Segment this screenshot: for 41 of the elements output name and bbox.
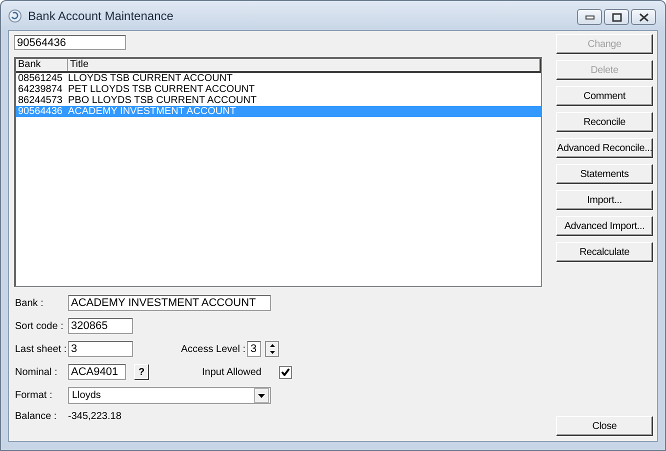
format-dropdown[interactable]: Lloyds <box>68 387 271 404</box>
window-title: Bank Account Maintenance <box>28 8 174 22</box>
nominal-field[interactable]: ACA9401 <box>68 364 126 380</box>
spin-button[interactable] <box>265 341 280 357</box>
action-button[interactable]: Advanced Import... <box>556 216 653 236</box>
field-label: Last sheet : <box>15 344 68 354</box>
action-button[interactable]: Recalculate <box>556 242 653 262</box>
field-label: Nominal : <box>15 366 58 378</box>
balance-value: -345,223.18 <box>68 411 122 422</box>
table-row[interactable]: 86244573 PBO LLOYDS TSB CURRENT ACCOUNT <box>16 95 541 106</box>
minimize-icon <box>584 14 594 20</box>
action-button[interactable]: Advanced Reconcile... <box>556 138 653 158</box>
column-header[interactable]: Title <box>68 59 540 71</box>
field-label: Balance : <box>15 411 58 422</box>
column-header[interactable]: Bank <box>16 59 68 71</box>
table-row[interactable]: 64239874 PET LLOYDS TSB CURRENT ACCOUNT <box>16 84 541 95</box>
field-label: Access Level : <box>181 344 246 354</box>
minimize-button[interactable] <box>577 9 602 25</box>
lookup-button[interactable]: ? <box>134 364 149 380</box>
action-button[interactable]: Statements <box>556 164 653 184</box>
maximize-icon <box>612 12 622 22</box>
close-button[interactable]: Close <box>556 416 653 436</box>
up-arrow-icon[interactable] <box>270 344 275 347</box>
field-label: Bank : <box>15 298 44 308</box>
table-row[interactable]: 08561245 LLOYDS TSB CURRENT ACCOUNT <box>16 73 541 84</box>
maximize-button[interactable] <box>604 9 629 25</box>
search-field[interactable]: 90564436 <box>14 35 126 50</box>
access-level-field[interactable]: 3 <box>247 341 262 357</box>
action-button[interactable]: Import... <box>556 190 653 210</box>
close-icon <box>638 12 648 22</box>
action-button[interactable]: Comment <box>556 86 653 106</box>
input-allowed-checkbox[interactable] <box>278 366 292 378</box>
down-arrow-icon[interactable] <box>270 351 275 354</box>
field-label: Format : <box>15 390 54 401</box>
field-label: Sort code : <box>15 320 64 332</box>
app-icon <box>8 8 22 22</box>
field-label: Input Allowed <box>202 366 262 378</box>
bank-field[interactable]: ACADEMY INVESTMENT ACCOUNT <box>68 295 271 311</box>
action-button[interactable]: Reconcile <box>556 112 653 132</box>
close-window-button[interactable] <box>631 9 656 25</box>
dropdown-arrow-icon[interactable] <box>258 394 265 398</box>
